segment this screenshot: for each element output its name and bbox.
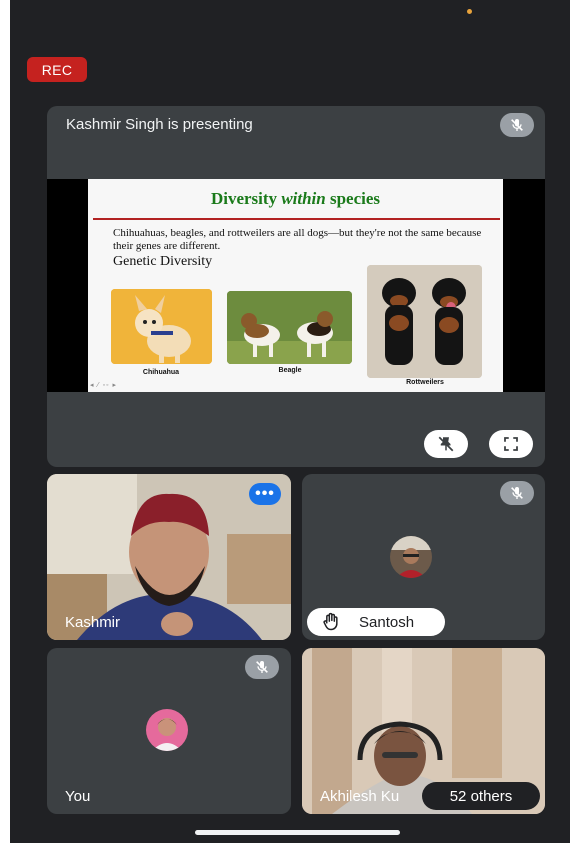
beagle-photo bbox=[227, 291, 352, 364]
presenter-title: Kashmir Singh is presenting bbox=[66, 116, 253, 133]
meeting-screen: REC Kashmir Singh is presenting Diversit… bbox=[10, 0, 570, 843]
slide-heading: Diversity within species bbox=[210, 189, 381, 208]
slide-nav-controls: ◂ ⁄ ◦◦ ▸ bbox=[90, 382, 117, 389]
participant-name: Kashmir bbox=[65, 614, 121, 631]
participant-tile-you[interactable]: You bbox=[47, 648, 291, 814]
participant-name: Santosh bbox=[359, 613, 415, 631]
beagle-caption: Beagle bbox=[278, 367, 302, 374]
participant-tile-akhilesh[interactable]: Akhilesh Ku 52 others bbox=[302, 648, 545, 814]
chihuahua-caption: Chihuahua bbox=[142, 369, 180, 376]
participant-tile-santosh[interactable]: Santosh bbox=[302, 474, 545, 640]
pin-off-icon bbox=[438, 436, 454, 452]
participant-tile-kashmir[interactable]: ••• Kashmir bbox=[47, 474, 291, 640]
fullscreen-icon bbox=[504, 437, 518, 451]
mic-off-icon bbox=[245, 655, 279, 679]
shared-screen: Diversity within species Chihuahuas, bea… bbox=[47, 179, 545, 392]
fullscreen-button[interactable] bbox=[489, 430, 533, 458]
slide-subheading: Genetic Diversity bbox=[113, 254, 213, 269]
chihuahua-photo bbox=[111, 289, 212, 364]
mic-off-icon bbox=[500, 113, 534, 137]
raised-hand-icon bbox=[323, 612, 338, 631]
avatar bbox=[146, 709, 188, 751]
slide-body-text: Chihuahuas, beagles, and rottweilers are… bbox=[113, 227, 482, 252]
participant-name: Akhilesh Ku bbox=[320, 788, 400, 805]
unpin-button[interactable] bbox=[424, 430, 468, 458]
home-indicator[interactable] bbox=[195, 830, 400, 835]
rottweilers-caption: Rottweilers bbox=[406, 379, 444, 386]
more-options-button[interactable]: ••• bbox=[249, 483, 281, 505]
presentation-tile[interactable]: Kashmir Singh is presenting Diversity wi… bbox=[47, 106, 545, 467]
slide-divider bbox=[93, 218, 500, 220]
slide: Diversity within species Chihuahuas, bea… bbox=[88, 179, 503, 392]
mic-off-icon bbox=[500, 481, 534, 505]
avatar bbox=[390, 536, 432, 578]
raised-hand-indicator: Santosh bbox=[307, 608, 445, 636]
others-button[interactable]: 52 others bbox=[422, 782, 540, 810]
participant-name: You bbox=[65, 788, 91, 805]
recording-badge: REC bbox=[27, 57, 87, 82]
rottweilers-photo bbox=[367, 265, 482, 378]
camera-indicator-dot bbox=[467, 9, 472, 14]
